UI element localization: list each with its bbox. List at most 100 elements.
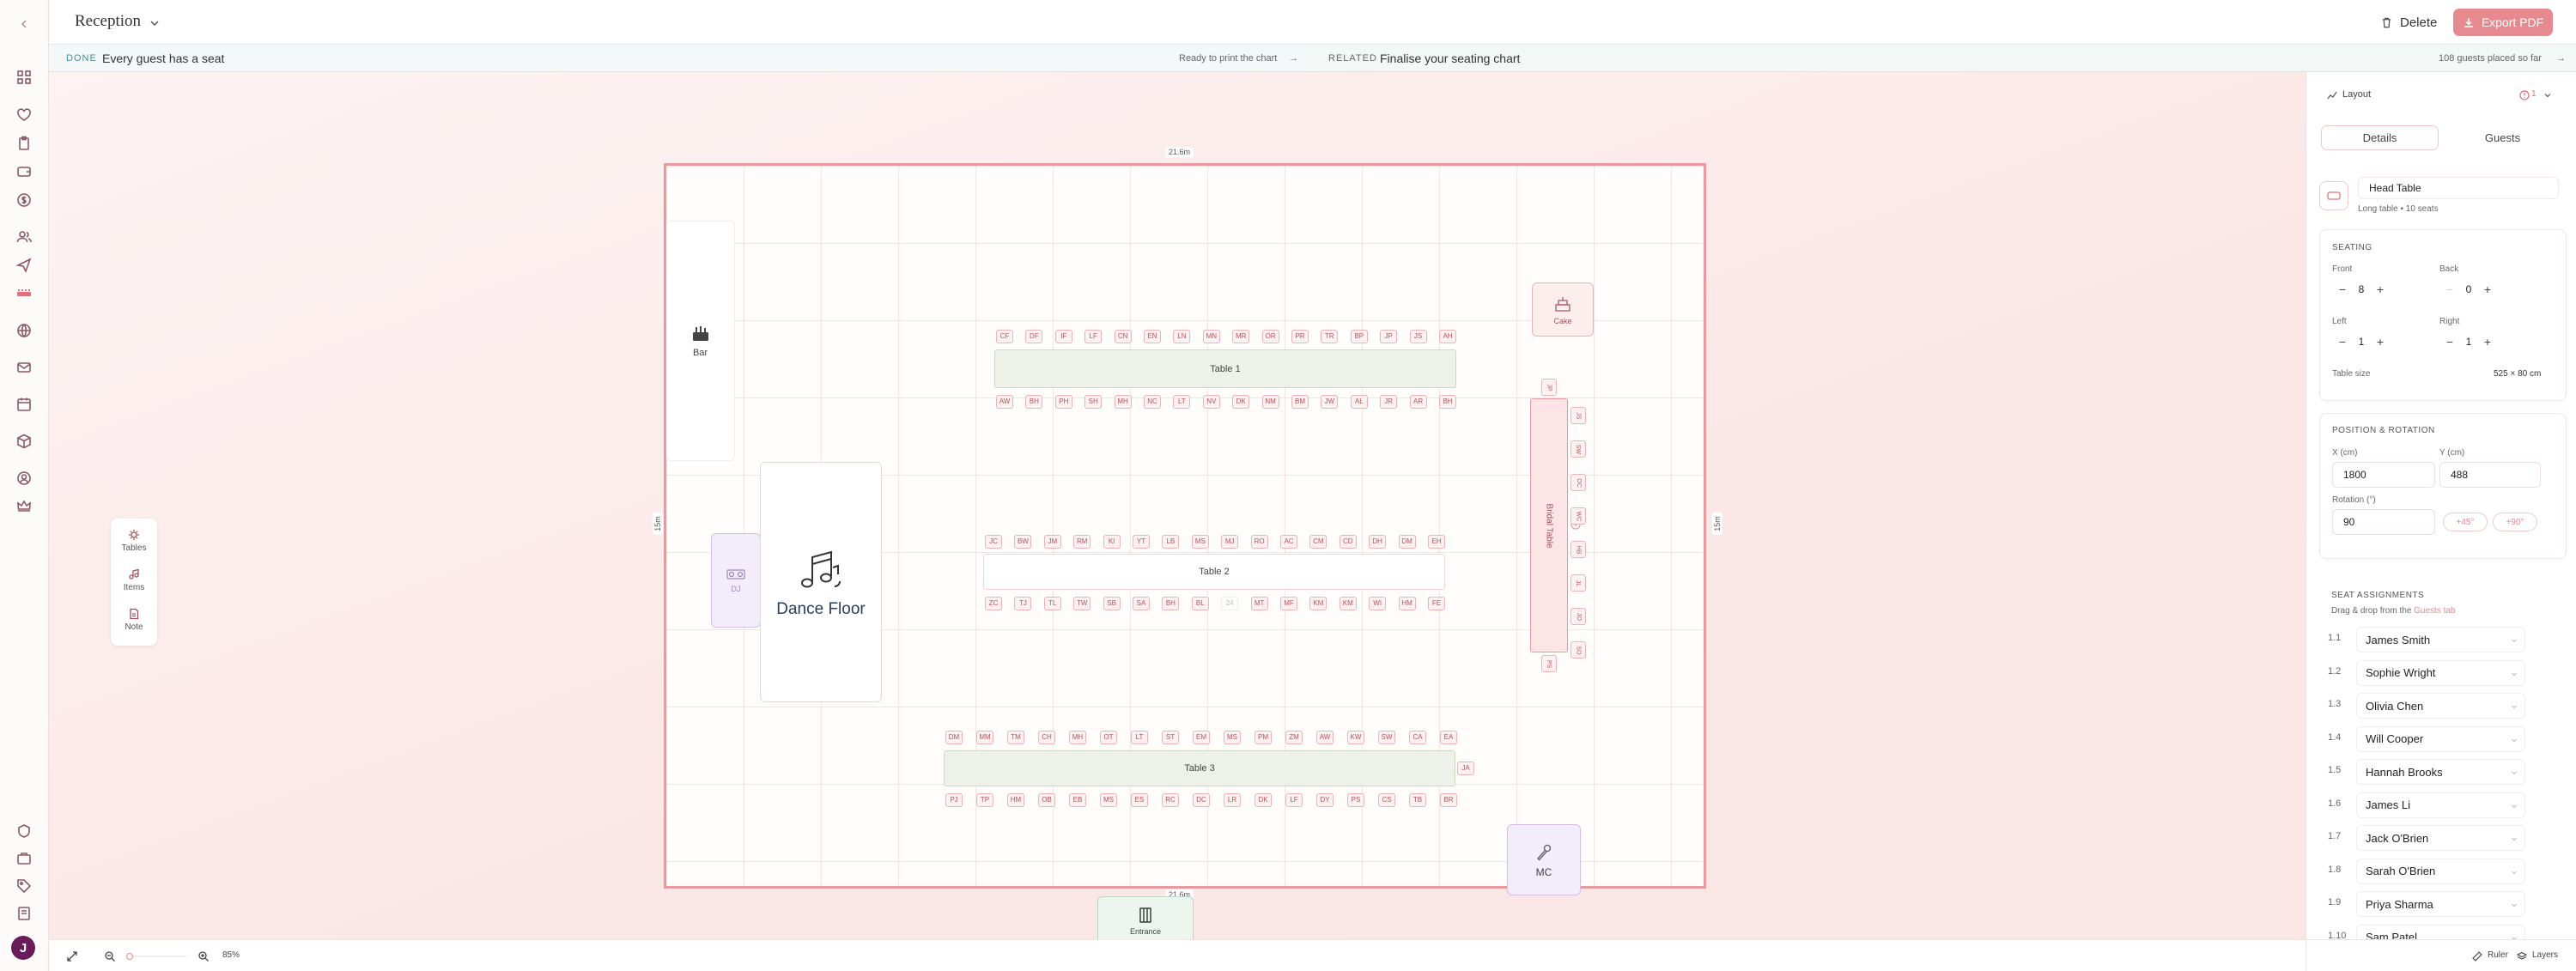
seat[interactable]: BR	[1440, 793, 1457, 807]
guest-select[interactable]: Jack O'Brien	[2356, 825, 2525, 851]
seat[interactable]: JW	[1321, 395, 1339, 409]
seat[interactable]: OT	[1100, 731, 1117, 744]
note-tool[interactable]: Note	[111, 603, 157, 637]
dance-floor[interactable]: Dance Floor	[760, 462, 882, 702]
seat[interactable]: CM	[1309, 535, 1327, 549]
left-stepper[interactable]: −1 +	[2332, 331, 2391, 353]
seat[interactable]: AL	[1350, 395, 1368, 409]
y-input[interactable]: 488	[2439, 462, 2541, 488]
page-title[interactable]: Reception	[75, 12, 141, 31]
seat[interactable]: MH	[1114, 395, 1132, 409]
decrement-button[interactable]: −	[2439, 335, 2460, 349]
seat[interactable]: AR	[1409, 395, 1427, 409]
dj-booth[interactable]: DJ	[711, 533, 761, 628]
rotate-90-button[interactable]: +90°	[2493, 513, 2537, 531]
arrow-right-icon[interactable]: →	[2556, 53, 2566, 64]
bar-area[interactable]: Bar	[666, 221, 735, 461]
table-2[interactable]: Table 2	[983, 554, 1445, 590]
seat[interactable]: LF	[1285, 793, 1303, 807]
seat[interactable]: TJ	[1014, 597, 1032, 610]
zoom-in-icon[interactable]	[197, 950, 210, 962]
arrow-right-icon[interactable]: →	[1289, 53, 1298, 64]
seat[interactable]: SA	[1133, 597, 1150, 610]
seat[interactable]: BH	[1162, 597, 1180, 610]
seat[interactable]: HM	[1398, 597, 1416, 610]
seat[interactable]: JS	[1409, 330, 1427, 343]
guest-select[interactable]: Priya Sharma	[2356, 891, 2525, 917]
cake-table[interactable]: Cake	[1532, 282, 1594, 337]
seat[interactable]: SH	[1084, 395, 1103, 409]
seat[interactable]: DM	[1398, 535, 1416, 549]
seat[interactable]: PR	[1291, 330, 1309, 343]
seat[interactable]: IF	[1054, 330, 1072, 343]
seat[interactable]: TB	[1409, 793, 1426, 807]
seat[interactable]: JM	[1043, 535, 1061, 549]
people-icon[interactable]	[15, 228, 33, 246]
seat[interactable]: SO	[1571, 641, 1586, 658]
seat[interactable]: MM	[976, 731, 993, 744]
guest-select[interactable]: Olivia Chen	[2356, 693, 2525, 719]
back-stepper[interactable]: −0 +	[2439, 278, 2498, 300]
seat[interactable]: KM	[1339, 597, 1357, 610]
tab-guests[interactable]: Guests	[2444, 125, 2561, 150]
seat[interactable]: JA	[1457, 762, 1474, 775]
export-pdf-button[interactable]: Export PDF	[2453, 9, 2553, 36]
seat[interactable]: TM	[1007, 731, 1024, 744]
seat[interactable]: RM	[1073, 535, 1091, 549]
seat[interactable]: BP	[1350, 330, 1368, 343]
zoom-slider[interactable]	[126, 953, 186, 960]
seat[interactable]: DH	[1369, 535, 1387, 549]
seat[interactable]: JR	[1380, 395, 1398, 409]
seat[interactable]: TP	[976, 793, 993, 807]
seat[interactable]: LT	[1173, 395, 1191, 409]
seat[interactable]: CA	[1409, 731, 1426, 744]
mail-icon[interactable]	[15, 359, 33, 376]
seat[interactable]: MS	[1100, 793, 1117, 807]
chevron-left-icon[interactable]	[17, 17, 31, 31]
seat[interactable]: TR	[1321, 330, 1339, 343]
warning-icon[interactable]	[2519, 90, 2530, 100]
seat[interactable]: FE	[1428, 597, 1445, 610]
guest-select[interactable]: Sophie Wright	[2356, 659, 2525, 686]
print-link[interactable]: Ready to print the chart	[1179, 53, 1277, 64]
seat[interactable]: MT	[1250, 597, 1268, 610]
seat[interactable]: LN	[1173, 330, 1191, 343]
seat[interactable]: MS	[1191, 535, 1209, 549]
decrement-button[interactable]: −	[2439, 282, 2460, 296]
entrance[interactable]: Entrance	[1097, 896, 1194, 945]
help-icon[interactable]	[15, 822, 33, 840]
seat[interactable]: BW	[1014, 535, 1032, 549]
seat[interactable]: LF	[1084, 330, 1103, 343]
grid-icon[interactable]	[15, 69, 33, 86]
seat[interactable]: WC	[1571, 507, 1586, 525]
seat[interactable]: NC	[1144, 395, 1161, 409]
seat[interactable]: HM	[1007, 793, 1024, 807]
seat[interactable]: EA	[1440, 731, 1457, 744]
seat[interactable]: PM	[1255, 731, 1272, 744]
globe-icon[interactable]	[15, 322, 33, 339]
table-name-input[interactable]: Head Table	[2358, 177, 2559, 199]
seat[interactable]: PJ	[945, 793, 963, 807]
seat[interactable]: AW	[1316, 731, 1334, 744]
decrement-button[interactable]: −	[2332, 282, 2353, 296]
heart-icon[interactable]	[15, 106, 33, 124]
seat[interactable]: AW	[996, 395, 1013, 409]
seat[interactable]: LR	[1224, 793, 1241, 807]
seat[interactable]: RC	[1162, 793, 1179, 807]
seat[interactable]: BL	[1191, 597, 1209, 610]
seat[interactable]: JO	[1571, 608, 1586, 625]
fit-screen-icon[interactable]	[66, 950, 78, 962]
seat[interactable]: MS	[1224, 731, 1241, 744]
seat[interactable]: AH	[1439, 330, 1456, 343]
ruler-icon[interactable]	[2472, 951, 2482, 962]
layers-icon[interactable]	[2517, 951, 2527, 962]
seat[interactable]: NM	[1261, 395, 1279, 409]
seating-chart-icon[interactable]	[15, 285, 33, 302]
bridal-table[interactable]: Bridal Table	[1530, 398, 1568, 652]
seat[interactable]: BH	[1025, 395, 1043, 409]
seat[interactable]: LT	[1131, 731, 1148, 744]
seat[interactable]: TL	[1043, 597, 1061, 610]
tables-tool[interactable]: Tables	[111, 524, 157, 558]
delete-button[interactable]: Delete	[2380, 10, 2437, 34]
send-icon[interactable]	[15, 257, 33, 274]
